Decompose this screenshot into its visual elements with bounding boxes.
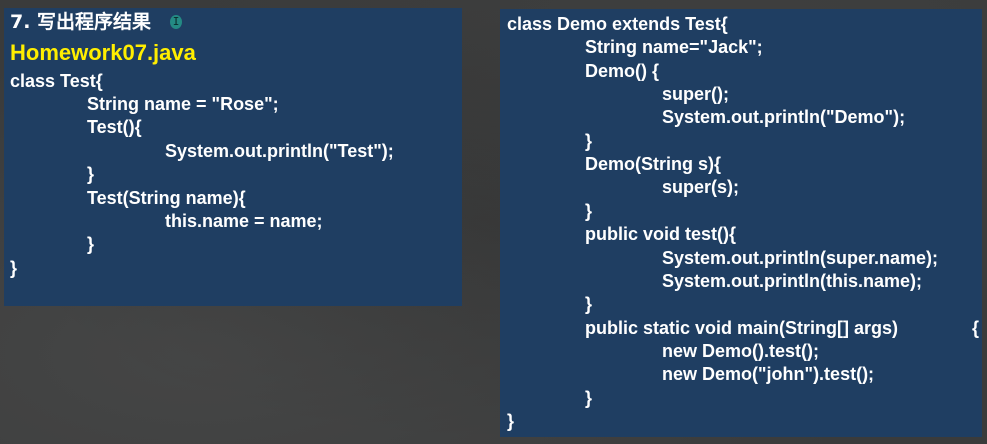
code-line: System.out.println(super.name); xyxy=(662,248,939,268)
code-line: super(); xyxy=(662,84,729,104)
code-line: class Test{ xyxy=(10,71,103,91)
code-line: } xyxy=(10,258,18,278)
code-line: String name = "Rose"; xyxy=(87,94,279,114)
code-panel-left: 7. 写出程序结果 Homework07.java class Test{ St… xyxy=(4,8,462,306)
file-name: Homework07.java xyxy=(10,40,196,65)
code-line: String name="Jack"; xyxy=(585,37,763,57)
code-line: } xyxy=(585,388,593,408)
code-line: public static void main(String[] args) xyxy=(585,318,899,338)
code-line: class Demo extends Test{ xyxy=(507,14,728,34)
code-line: public void test(){ xyxy=(585,224,737,244)
code-line: } xyxy=(585,294,593,314)
code-line: Demo(String s){ xyxy=(585,154,722,174)
code-line: } xyxy=(87,164,95,184)
code-line: new Demo().test(); xyxy=(662,341,819,361)
code-line: } xyxy=(87,234,95,254)
code-line: Test(String name){ xyxy=(87,188,246,208)
code-line: this.name = name; xyxy=(165,211,323,231)
code-line: { xyxy=(972,318,980,338)
code-panel-right: class Demo extends Test{ String name="Ja… xyxy=(500,9,982,437)
code-line: } xyxy=(585,131,593,151)
code-line: new Demo("john").test(); xyxy=(662,364,875,384)
code-line: } xyxy=(585,201,593,221)
code-line: super(s); xyxy=(662,177,740,197)
text-cursor-icon: I xyxy=(170,15,182,29)
code-line: System.out.println(this.name); xyxy=(662,271,923,291)
code-line: System.out.println("Demo"); xyxy=(662,107,906,127)
code-line: } xyxy=(507,411,515,431)
code-line: Test(){ xyxy=(87,117,142,137)
slide-title: 7. 写出程序结果 xyxy=(10,11,152,33)
code-line: Demo() { xyxy=(585,61,660,81)
code-line: System.out.println("Test"); xyxy=(165,141,394,161)
